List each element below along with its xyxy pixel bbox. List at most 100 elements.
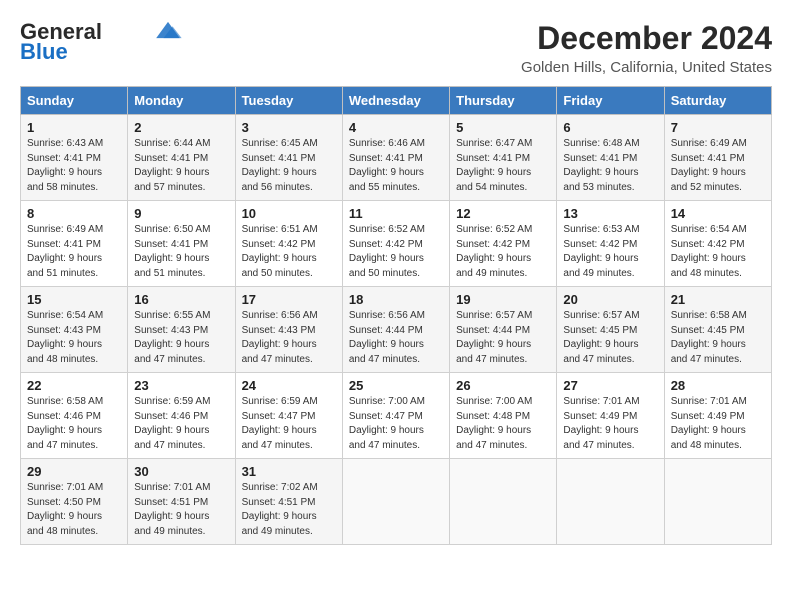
day-info: Sunrise: 6:57 AM Sunset: 4:45 PM Dayligh…: [563, 309, 657, 367]
calendar-cell: 19 Sunrise: 6:57 AM Sunset: 4:44 PM Dayli…: [450, 287, 557, 373]
day-number: 30: [134, 464, 228, 479]
day-number: 1: [27, 120, 121, 135]
calendar-week-2: 8Sunrise: 6:49 AM Sunset: 4:41 PM Daylig…: [21, 201, 772, 287]
calendar-week-3: 15 Sunrise: 6:54 AM Sunset: 4:43 PM Dayli…: [21, 287, 772, 373]
day-number: 13: [563, 206, 657, 221]
day-number: 24: [242, 378, 336, 393]
day-info: Sunrise: 6:57 AM Sunset: 4:44 PM Dayligh…: [456, 309, 550, 367]
calendar-cell: 27 Sunrise: 7:01 AM Sunset: 4:49 PM Dayli…: [557, 373, 664, 459]
day-info: Sunrise: 6:55 AM Sunset: 4:43 PM Dayligh…: [134, 309, 228, 367]
calendar-cell: 16 Sunrise: 6:55 AM Sunset: 4:43 PM Dayli…: [128, 287, 235, 373]
day-info: Sunrise: 6:51 AM Sunset: 4:42 PM Dayligh…: [242, 223, 336, 281]
weekday-wednesday: Wednesday: [342, 87, 449, 115]
calendar-cell: 17 Sunrise: 6:56 AM Sunset: 4:43 PM Dayli…: [235, 287, 342, 373]
weekday-tuesday: Tuesday: [235, 87, 342, 115]
day-number: 6: [563, 120, 657, 135]
calendar-cell: 1 Sunrise: 6:43 AM Sunset: 4:41 PM Daylig…: [21, 115, 128, 201]
day-info: Sunrise: 6:56 AM Sunset: 4:44 PM Dayligh…: [349, 309, 443, 367]
day-number: 14: [671, 206, 765, 221]
day-number: 28: [671, 378, 765, 393]
logo-icon: [154, 20, 182, 40]
day-info: Sunrise: 6:45 AM Sunset: 4:41 PM Dayligh…: [242, 137, 336, 195]
day-info: Sunrise: 6:59 AM Sunset: 4:46 PM Dayligh…: [134, 395, 228, 453]
day-info: Sunrise: 6:52 AM Sunset: 4:42 PM Dayligh…: [349, 223, 443, 281]
calendar-cell: [342, 459, 449, 545]
day-info: Sunrise: 7:01 AM Sunset: 4:49 PM Dayligh…: [671, 395, 765, 453]
calendar-cell: [557, 459, 664, 545]
day-number: 4: [349, 120, 443, 135]
calendar-cell: 3 Sunrise: 6:45 AM Sunset: 4:41 PM Daylig…: [235, 115, 342, 201]
day-info: Sunrise: 6:47 AM Sunset: 4:41 PM Dayligh…: [456, 137, 550, 195]
day-info: Sunrise: 6:43 AM Sunset: 4:41 PM Dayligh…: [27, 137, 121, 195]
day-info: Sunrise: 7:00 AM Sunset: 4:48 PM Dayligh…: [456, 395, 550, 453]
day-number: 3: [242, 120, 336, 135]
day-info: Sunrise: 6:58 AM Sunset: 4:45 PM Dayligh…: [671, 309, 765, 367]
calendar-week-5: 29Sunrise: 7:01 AM Sunset: 4:50 PM Dayli…: [21, 459, 772, 545]
day-number: 29: [27, 464, 121, 479]
day-number: 26: [456, 378, 550, 393]
day-info: Sunrise: 6:58 AM Sunset: 4:46 PM Dayligh…: [27, 395, 121, 453]
day-number: 15: [27, 292, 121, 307]
calendar-cell: 22Sunrise: 6:58 AM Sunset: 4:46 PM Dayli…: [21, 373, 128, 459]
title-section: December 2024 Golden Hills, California, …: [521, 20, 772, 76]
day-info: Sunrise: 6:48 AM Sunset: 4:41 PM Dayligh…: [563, 137, 657, 195]
calendar-cell: 6 Sunrise: 6:48 AM Sunset: 4:41 PM Daylig…: [557, 115, 664, 201]
day-number: 2: [134, 120, 228, 135]
day-info: Sunrise: 7:00 AM Sunset: 4:47 PM Dayligh…: [349, 395, 443, 453]
day-number: 7: [671, 120, 765, 135]
day-number: 23: [134, 378, 228, 393]
day-info: Sunrise: 6:46 AM Sunset: 4:41 PM Dayligh…: [349, 137, 443, 195]
day-info: Sunrise: 6:59 AM Sunset: 4:47 PM Dayligh…: [242, 395, 336, 453]
calendar-subtitle: Golden Hills, California, United States: [521, 59, 772, 76]
calendar-title: December 2024: [521, 20, 772, 57]
calendar-cell: 30 Sunrise: 7:01 AM Sunset: 4:51 PM Dayli…: [128, 459, 235, 545]
day-info: Sunrise: 6:52 AM Sunset: 4:42 PM Dayligh…: [456, 223, 550, 281]
day-number: 10: [242, 206, 336, 221]
day-number: 25: [349, 378, 443, 393]
calendar-cell: 29Sunrise: 7:01 AM Sunset: 4:50 PM Dayli…: [21, 459, 128, 545]
day-number: 27: [563, 378, 657, 393]
day-number: 11: [349, 206, 443, 221]
weekday-thursday: Thursday: [450, 87, 557, 115]
calendar-week-1: 1 Sunrise: 6:43 AM Sunset: 4:41 PM Daylig…: [21, 115, 772, 201]
calendar-cell: 24 Sunrise: 6:59 AM Sunset: 4:47 PM Dayli…: [235, 373, 342, 459]
calendar-body: 1 Sunrise: 6:43 AM Sunset: 4:41 PM Daylig…: [21, 115, 772, 545]
calendar-table: SundayMondayTuesdayWednesdayThursdayFrid…: [20, 86, 772, 545]
day-number: 16: [134, 292, 228, 307]
day-number: 19: [456, 292, 550, 307]
day-info: Sunrise: 6:53 AM Sunset: 4:42 PM Dayligh…: [563, 223, 657, 281]
calendar-cell: [664, 459, 771, 545]
calendar-cell: 4 Sunrise: 6:46 AM Sunset: 4:41 PM Daylig…: [342, 115, 449, 201]
calendar-cell: 5Sunrise: 6:47 AM Sunset: 4:41 PM Daylig…: [450, 115, 557, 201]
calendar-cell: 9 Sunrise: 6:50 AM Sunset: 4:41 PM Daylig…: [128, 201, 235, 287]
calendar-cell: 25 Sunrise: 7:00 AM Sunset: 4:47 PM Dayli…: [342, 373, 449, 459]
day-number: 17: [242, 292, 336, 307]
day-info: Sunrise: 7:01 AM Sunset: 4:49 PM Dayligh…: [563, 395, 657, 453]
calendar-cell: 10 Sunrise: 6:51 AM Sunset: 4:42 PM Dayli…: [235, 201, 342, 287]
day-info: Sunrise: 6:50 AM Sunset: 4:41 PM Dayligh…: [134, 223, 228, 281]
day-number: 20: [563, 292, 657, 307]
day-number: 12: [456, 206, 550, 221]
calendar-cell: 28 Sunrise: 7:01 AM Sunset: 4:49 PM Dayli…: [664, 373, 771, 459]
calendar-week-4: 22Sunrise: 6:58 AM Sunset: 4:46 PM Dayli…: [21, 373, 772, 459]
day-number: 9: [134, 206, 228, 221]
calendar-cell: 8Sunrise: 6:49 AM Sunset: 4:41 PM Daylig…: [21, 201, 128, 287]
day-info: Sunrise: 6:44 AM Sunset: 4:41 PM Dayligh…: [134, 137, 228, 195]
weekday-saturday: Saturday: [664, 87, 771, 115]
calendar-cell: [450, 459, 557, 545]
day-info: Sunrise: 7:01 AM Sunset: 4:51 PM Dayligh…: [134, 481, 228, 539]
calendar-cell: 11 Sunrise: 6:52 AM Sunset: 4:42 PM Dayli…: [342, 201, 449, 287]
weekday-header-row: SundayMondayTuesdayWednesdayThursdayFrid…: [21, 87, 772, 115]
page-header: General Blue December 2024 Golden Hills,…: [20, 20, 772, 76]
day-number: 18: [349, 292, 443, 307]
day-number: 31: [242, 464, 336, 479]
calendar-cell: 14Sunrise: 6:54 AM Sunset: 4:42 PM Dayli…: [664, 201, 771, 287]
day-info: Sunrise: 6:56 AM Sunset: 4:43 PM Dayligh…: [242, 309, 336, 367]
calendar-cell: 15 Sunrise: 6:54 AM Sunset: 4:43 PM Dayli…: [21, 287, 128, 373]
day-info: Sunrise: 6:54 AM Sunset: 4:43 PM Dayligh…: [27, 309, 121, 367]
logo: General Blue: [20, 20, 182, 64]
calendar-cell: 21Sunrise: 6:58 AM Sunset: 4:45 PM Dayli…: [664, 287, 771, 373]
weekday-monday: Monday: [128, 87, 235, 115]
calendar-cell: 31Sunrise: 7:02 AM Sunset: 4:51 PM Dayli…: [235, 459, 342, 545]
day-info: Sunrise: 6:49 AM Sunset: 4:41 PM Dayligh…: [27, 223, 121, 281]
